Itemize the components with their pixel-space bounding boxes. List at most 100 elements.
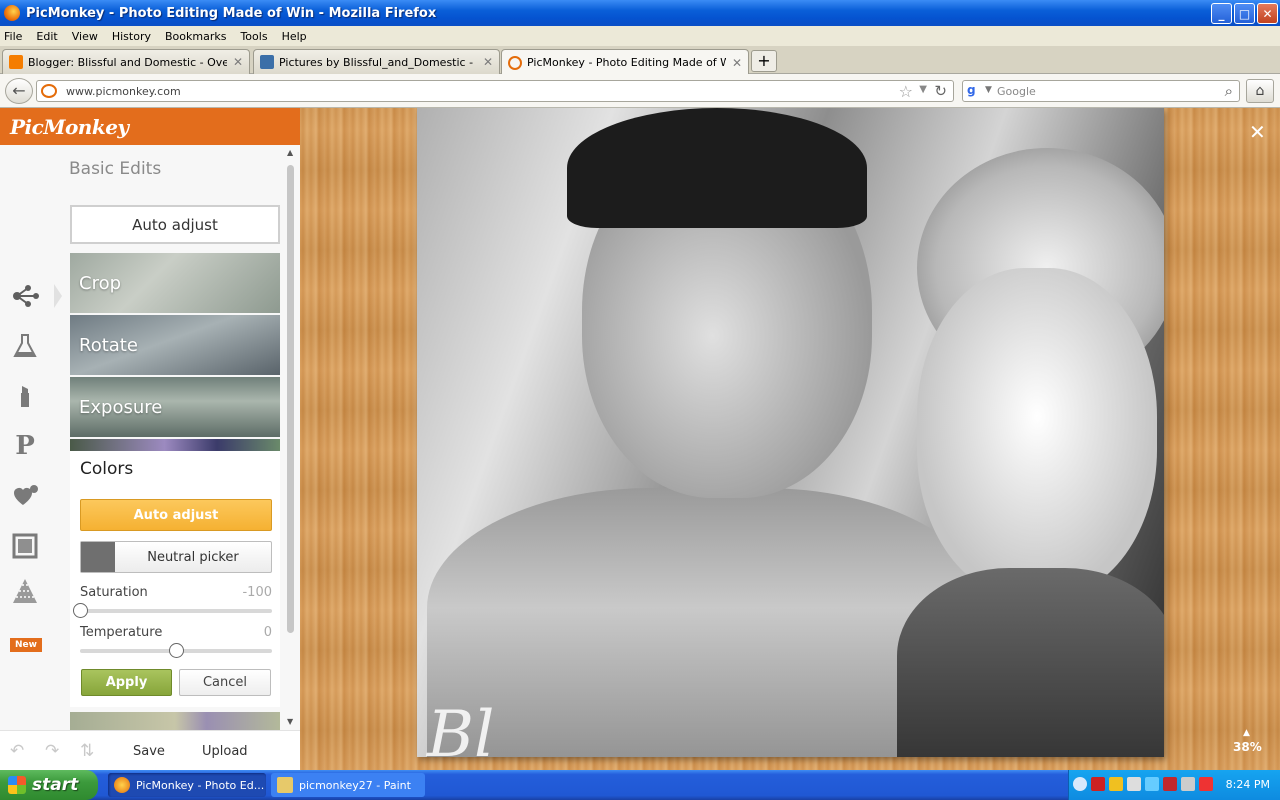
photo-watermark: Bl — [427, 698, 495, 757]
printer-icon[interactable] — [1181, 777, 1195, 791]
firefox-icon — [114, 777, 130, 793]
overlays-icon[interactable] — [10, 481, 40, 511]
scroll-up-icon[interactable]: ▲ — [287, 148, 293, 157]
temperature-slider-handle[interactable] — [169, 643, 184, 658]
system-tray: 8:24 PM — [1068, 770, 1280, 800]
panel-scrollbar[interactable]: ▲ ▼ — [285, 145, 297, 730]
apply-button[interactable]: Apply — [81, 669, 172, 696]
back-arrow-icon: ← — [12, 81, 26, 100]
tray-arrow-icon[interactable] — [1073, 777, 1087, 791]
zoom-caret-icon[interactable]: ▲ — [1243, 728, 1250, 738]
volume-icon[interactable] — [1127, 777, 1141, 791]
saturation-slider[interactable] — [73, 603, 272, 618]
url-bar[interactable]: www.picmonkey.com ☆ ▼ ↻ — [36, 80, 954, 102]
back-button[interactable]: ← — [5, 78, 33, 104]
neutral-picker-label: Neutral picker — [147, 549, 239, 565]
picmonkey-app: PicMonkey P New Basic Edits Auto adjust … — [0, 108, 1280, 770]
textures-icon[interactable] — [10, 575, 40, 605]
auto-adjust-button[interactable]: Auto adjust — [70, 205, 280, 244]
close-tab-icon[interactable]: ✕ — [483, 55, 493, 69]
network-icon[interactable] — [1145, 777, 1159, 791]
google-icon[interactable]: g — [967, 83, 983, 99]
zoom-value: 38% — [1233, 740, 1262, 754]
text-p-icon[interactable]: P — [10, 431, 40, 461]
blogger-icon — [9, 55, 23, 69]
menu-help[interactable]: Help — [282, 30, 307, 43]
neutral-picker-button[interactable]: Neutral picker — [80, 541, 272, 573]
saturation-slider-handle[interactable] — [73, 603, 88, 618]
menu-history[interactable]: History — [112, 30, 151, 43]
home-button[interactable]: ⌂ — [1246, 79, 1274, 103]
scroll-down-icon[interactable]: ▼ — [287, 717, 293, 726]
photobucket-icon — [260, 55, 274, 69]
search-engine-dropdown-icon[interactable]: ▼ — [985, 85, 992, 95]
taskbar-item-label: PicMonkey - Photo Ed... — [136, 778, 265, 792]
picmonkey-logo[interactable]: PicMonkey — [10, 115, 129, 139]
menu-edit[interactable]: Edit — [36, 30, 57, 43]
close-tab-icon[interactable]: ✕ — [233, 55, 243, 69]
search-magnifier-icon[interactable]: ⌕ — [1225, 82, 1233, 100]
touch-up-lipstick-icon[interactable] — [10, 381, 40, 411]
colors-title: Colors — [80, 459, 134, 479]
next-edit-thumbnail[interactable] — [70, 712, 280, 730]
url-text[interactable]: www.picmonkey.com — [66, 85, 181, 98]
new-tab-button[interactable]: + — [751, 50, 777, 72]
basic-edits-icon[interactable] — [10, 281, 62, 311]
search-placeholder: Google — [997, 85, 1036, 98]
exposure-button[interactable]: Exposure — [70, 377, 280, 437]
photo-region — [897, 568, 1164, 757]
bookmark-star-icon[interactable]: ☆ — [899, 82, 913, 101]
tab-label: PicMonkey - Photo Editing Made of Win — [527, 56, 726, 69]
windows-security-icon[interactable] — [1109, 777, 1123, 791]
menu-tools[interactable]: Tools — [240, 30, 267, 43]
save-button[interactable]: Save — [133, 744, 165, 759]
start-button[interactable]: start — [0, 770, 98, 800]
photo-canvas[interactable]: Bl — [417, 108, 1164, 757]
maximize-button[interactable]: □ — [1234, 3, 1255, 24]
effects-flask-icon[interactable] — [10, 331, 40, 361]
tab-picmonkey[interactable]: PicMonkey - Photo Editing Made of Win ✕ — [501, 49, 749, 75]
upload-button[interactable]: Upload — [202, 744, 248, 759]
ati-icon[interactable] — [1199, 777, 1213, 791]
zoom-level[interactable]: ▲ 38% — [1233, 728, 1262, 754]
colors-thumbnail — [70, 439, 280, 451]
firefox-icon — [4, 5, 20, 21]
colors-auto-adjust-button[interactable]: Auto adjust — [80, 499, 272, 531]
taskbar-item-paint[interactable]: picmonkey27 - Paint — [271, 773, 425, 797]
photo-region — [917, 268, 1157, 598]
colors-section: Colors Auto adjust Neutral picker Satura… — [70, 451, 280, 707]
close-window-button[interactable]: ✕ — [1257, 3, 1278, 24]
reload-icon[interactable]: ↻ — [934, 82, 947, 100]
close-tab-icon[interactable]: ✕ — [732, 56, 742, 70]
close-editor-icon[interactable]: ✕ — [1249, 120, 1266, 144]
rotate-button[interactable]: Rotate — [70, 315, 280, 375]
site-identity-icon[interactable] — [41, 84, 57, 98]
menu-view[interactable]: View — [72, 30, 98, 43]
redo-icon[interactable]: ↷ — [45, 741, 59, 761]
picmonkey-icon — [508, 55, 522, 70]
temperature-slider[interactable] — [80, 643, 272, 658]
scrollbar-thumb[interactable] — [287, 165, 294, 633]
taskbar-item-picmonkey[interactable]: PicMonkey - Photo Ed... — [108, 773, 266, 797]
start-label: start — [32, 775, 79, 795]
search-box[interactable]: g ▼ Google ⌕ — [962, 80, 1240, 102]
menu-bookmarks[interactable]: Bookmarks — [165, 30, 226, 43]
cancel-button[interactable]: Cancel — [179, 669, 271, 696]
frames-icon[interactable] — [10, 531, 40, 561]
mcafee-icon[interactable] — [1163, 777, 1177, 791]
tab-bar: Blogger: Blissful and Domestic - Overvie… — [0, 46, 1280, 75]
minimize-button[interactable]: _ — [1211, 3, 1232, 24]
history-dropdown-icon[interactable]: ▼ — [919, 84, 927, 95]
panel-title: Basic Edits — [69, 159, 162, 179]
neutral-swatch — [81, 542, 115, 572]
picmonkey-header: PicMonkey — [0, 108, 300, 145]
crop-button[interactable]: Crop — [70, 253, 280, 313]
tab-photobucket[interactable]: Pictures by Blissful_and_Domestic - Phot… — [253, 49, 500, 74]
tab-blogger[interactable]: Blogger: Blissful and Domestic - Overvie… — [2, 49, 250, 74]
menu-file[interactable]: File — [4, 30, 22, 43]
undo-icon[interactable]: ↶ — [10, 741, 24, 761]
windows-flag-icon — [8, 776, 26, 794]
layers-icon[interactable]: ⇅ — [80, 741, 94, 761]
security-shield-icon[interactable] — [1091, 777, 1105, 791]
left-panel: PicMonkey P New Basic Edits Auto adjust … — [0, 108, 300, 770]
